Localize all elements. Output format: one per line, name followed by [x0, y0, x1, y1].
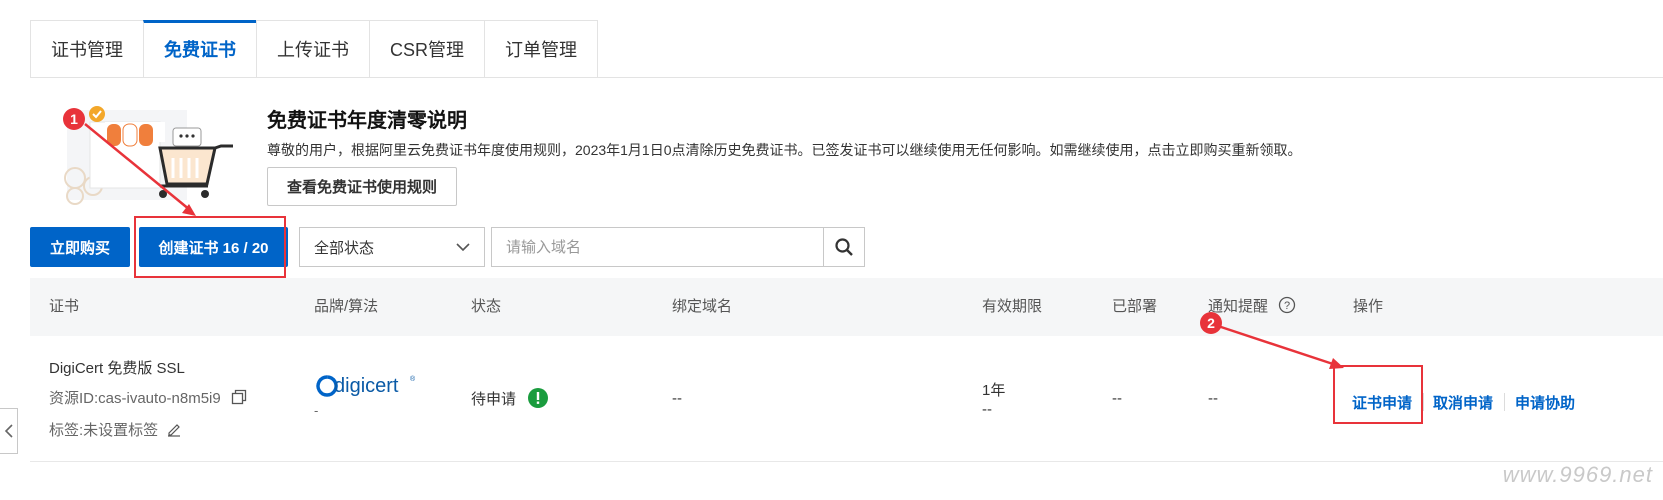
domain-search-input[interactable] [492, 228, 824, 266]
table-header: 证书 品牌/算法 状态 绑定域名 有效期限 已部署 通知提醒 ? 操作 [30, 278, 1663, 336]
resource-id: 资源ID:cas-ivauto-n8m5i9 [49, 387, 247, 408]
action-divider [1504, 393, 1505, 411]
tab-bar: 证书管理 免费证书 上传证书 CSR管理 订单管理 [30, 20, 599, 78]
buy-now-button[interactable]: 立即购买 [30, 227, 130, 267]
validity-period: 1年 [982, 382, 1006, 399]
tab-csr-management[interactable]: CSR管理 [369, 20, 485, 78]
scroll-left-button[interactable] [0, 408, 18, 454]
col-cert: 证书 [49, 298, 80, 315]
copy-icon[interactable] [231, 389, 247, 405]
brand-logo: digicert ® [314, 371, 418, 403]
col-actions: 操作 [1353, 298, 1384, 315]
col-notify: 通知提醒 ? [1208, 278, 1296, 336]
col-validity: 有效期限 [982, 298, 1043, 315]
highlight-apply-cert [1333, 365, 1423, 424]
tab-cert-management[interactable]: 证书管理 [30, 20, 143, 78]
bound-domain: -- [672, 390, 682, 407]
cert-name: DigiCert 免费版 SSL [49, 360, 185, 377]
search-icon [835, 238, 853, 256]
tab-divider [30, 77, 1663, 78]
col-domain: 绑定域名 [672, 298, 733, 315]
highlight-create-cert [134, 216, 286, 278]
row-divider [30, 461, 1663, 462]
brand-logo-text: digicert [334, 375, 399, 397]
banner-description: 尊敬的用户，根据阿里云免费证书年度使用规则，2023年1月1日0点清除历史免费证… [267, 142, 1302, 158]
svg-text:?: ? [1284, 300, 1290, 312]
status-select-value: 全部状态 [314, 239, 375, 257]
tab-upload-cert[interactable]: 上传证书 [256, 20, 369, 78]
domain-search [491, 227, 865, 267]
action-divider [1423, 393, 1424, 411]
validity-date: -- [982, 401, 992, 418]
search-button[interactable] [823, 228, 864, 266]
status-text: 待申请 [471, 391, 517, 408]
svg-text:®: ® [410, 375, 416, 383]
edit-icon[interactable] [166, 421, 182, 437]
tab-order-management[interactable]: 订单管理 [484, 20, 599, 78]
status-select[interactable]: 全部状态 [299, 227, 485, 267]
cert-tags: 标签:未设置标签 [49, 419, 182, 440]
chevron-left-icon [4, 424, 13, 438]
view-rules-button[interactable]: 查看免费证书使用规则 [267, 167, 457, 206]
banner-title: 免费证书年度清零说明 [267, 110, 467, 132]
apply-assist-link[interactable]: 申请协助 [1515, 392, 1575, 413]
col-deployed: 已部署 [1112, 298, 1158, 315]
annotation-marker-1: 1 [63, 108, 85, 130]
tab-free-certs[interactable]: 免费证书 [143, 20, 256, 78]
digicert-logo: digicert ® [316, 375, 416, 397]
col-brand: 品牌/算法 [314, 298, 379, 315]
notify-value: -- [1208, 390, 1218, 407]
col-notify-label: 通知提醒 [1208, 298, 1269, 315]
brand-sub: - [314, 403, 319, 418]
cancel-apply-link[interactable]: 取消申请 [1433, 392, 1493, 413]
status-cell: 待申请 [471, 388, 549, 409]
help-icon[interactable]: ? [1278, 296, 1296, 314]
watermark: www.9969.net [1502, 462, 1653, 487]
status-alert-icon [528, 388, 549, 408]
cert-tags-text: 标签:未设置标签 [49, 422, 159, 439]
chevron-down-icon [456, 243, 470, 252]
resource-id-text: 资源ID:cas-ivauto-n8m5i9 [49, 390, 221, 407]
col-status: 状态 [471, 298, 502, 315]
deployed-value: -- [1112, 390, 1122, 407]
annotation-marker-2: 2 [1200, 312, 1222, 334]
